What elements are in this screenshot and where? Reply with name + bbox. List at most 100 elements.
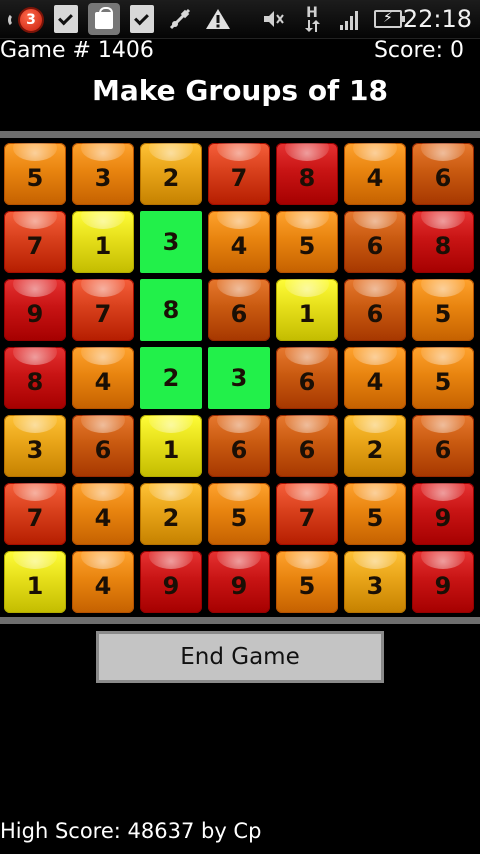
tile-gloss (421, 551, 465, 569)
board-tile[interactable]: 5 (208, 483, 270, 545)
board-tile[interactable]: 7 (4, 483, 66, 545)
board-tile[interactable]: 7 (4, 211, 66, 273)
tile-gloss (353, 211, 397, 229)
board-tile[interactable]: 1 (72, 211, 134, 273)
board-tile[interactable]: 2 (140, 143, 202, 205)
board-tile[interactable]: 8 (276, 143, 338, 205)
tile-gloss (13, 279, 57, 297)
board-tile[interactable]: 9 (4, 279, 66, 341)
tile-gloss (149, 415, 193, 433)
tile-gloss (353, 347, 397, 365)
board-tile[interactable]: 9 (208, 551, 270, 613)
board-tile[interactable]: 2 (344, 415, 406, 477)
tile-number: 9 (434, 504, 452, 532)
tile-gloss (285, 415, 329, 433)
board-tile[interactable]: 4 (344, 347, 406, 409)
board-tile[interactable]: 1 (140, 415, 202, 477)
tile-number: 7 (230, 164, 248, 192)
board-tile[interactable]: 2 (140, 483, 202, 545)
board-tile[interactable]: 7 (72, 279, 134, 341)
board-tile[interactable]: 1 (276, 279, 338, 341)
game-board: 5 3 2 7 8 4 6 7 1 3 4 5 6 8 9 7 8 6 1 6 5 8 4 2 3 6 4 5 3 6 1 6 6 2 6 7 4 2 5 7… (0, 138, 480, 617)
board-tile[interactable]: 6 (276, 415, 338, 477)
game-number: Game # 1406 (0, 38, 154, 63)
status-clock: 22:18 (402, 5, 472, 33)
board-tile[interactable]: 1 (4, 551, 66, 613)
board-tile[interactable]: 2 (140, 347, 202, 409)
tile-number: 2 (162, 504, 180, 532)
tile-gloss (13, 347, 57, 365)
tile-number: 7 (94, 300, 112, 328)
board-tile[interactable]: 3 (4, 415, 66, 477)
board-tile[interactable]: 8 (140, 279, 202, 341)
tile-number: 6 (298, 368, 316, 396)
tile-gloss (217, 279, 261, 297)
tile-gloss (421, 347, 465, 365)
board-tile[interactable]: 7 (276, 483, 338, 545)
board-tile[interactable]: 6 (344, 211, 406, 273)
board-tile[interactable]: 9 (140, 551, 202, 613)
board-tile[interactable]: 5 (276, 211, 338, 273)
board-tile[interactable]: 6 (412, 143, 474, 205)
tile-gloss (285, 483, 329, 501)
board-tile[interactable]: 4 (208, 211, 270, 273)
game-info-row: Game # 1406 Score: 0 (0, 38, 480, 64)
tile-gloss (285, 211, 329, 229)
download-done-icon (130, 5, 154, 33)
tile-number: 7 (26, 504, 44, 532)
board-tile[interactable]: 6 (344, 279, 406, 341)
board-tile[interactable]: 8 (412, 211, 474, 273)
tile-number: 3 (94, 164, 112, 192)
board-tile[interactable]: 6 (208, 415, 270, 477)
tile-number: 9 (434, 572, 452, 600)
board-tile[interactable]: 3 (208, 347, 270, 409)
tile-number: 9 (230, 572, 248, 600)
board-tile[interactable]: 6 (412, 415, 474, 477)
board-tile[interactable]: 4 (72, 483, 134, 545)
tile-number: 5 (298, 232, 316, 260)
board-tile[interactable]: 5 (344, 483, 406, 545)
tile-gloss (285, 143, 329, 161)
board-tile[interactable]: 4 (72, 551, 134, 613)
battery-charging-icon: ⚡ (374, 10, 405, 28)
board-tile[interactable]: 7 (208, 143, 270, 205)
network-type-label: H (306, 5, 318, 21)
tile-gloss (13, 483, 57, 501)
board-tile[interactable]: 5 (276, 551, 338, 613)
end-game-button[interactable]: End Game (96, 631, 384, 683)
board-tile[interactable]: 3 (344, 551, 406, 613)
tile-number: 6 (366, 300, 384, 328)
board-tile[interactable]: 4 (344, 143, 406, 205)
tile-number: 1 (26, 572, 44, 600)
tile-number: 4 (366, 164, 384, 192)
board-tile[interactable]: 3 (72, 143, 134, 205)
tile-gloss (13, 211, 57, 229)
board-tile[interactable]: 5 (412, 347, 474, 409)
tile-number: 5 (366, 504, 384, 532)
tile-gloss (149, 551, 193, 569)
tile-number: 6 (434, 164, 452, 192)
board-tile[interactable]: 8 (4, 347, 66, 409)
signal-icon (340, 10, 360, 30)
tile-number: 3 (26, 436, 44, 464)
tile-number: 2 (162, 164, 180, 192)
tile-gloss (421, 415, 465, 433)
board-tile[interactable]: 6 (208, 279, 270, 341)
tile-gloss (421, 483, 465, 501)
board-tile[interactable]: 9 (412, 483, 474, 545)
board-tile[interactable]: 6 (72, 415, 134, 477)
tile-gloss (421, 143, 465, 161)
tile-gloss (13, 415, 57, 433)
notification-badge-icon[interactable]: 3 (18, 7, 44, 33)
status-bar: 3 H ⚡ 22:18 (0, 0, 480, 39)
tile-number: 5 (434, 300, 452, 328)
board-tile[interactable]: 3 (140, 211, 202, 273)
board-tile[interactable]: 9 (412, 551, 474, 613)
tile-number: 1 (94, 232, 112, 260)
warning-icon (204, 4, 232, 34)
board-tile[interactable]: 5 (4, 143, 66, 205)
board-tile[interactable]: 5 (412, 279, 474, 341)
board-tile[interactable]: 4 (72, 347, 134, 409)
board-tile[interactable]: 6 (276, 347, 338, 409)
shopping-bag-icon (88, 3, 120, 35)
